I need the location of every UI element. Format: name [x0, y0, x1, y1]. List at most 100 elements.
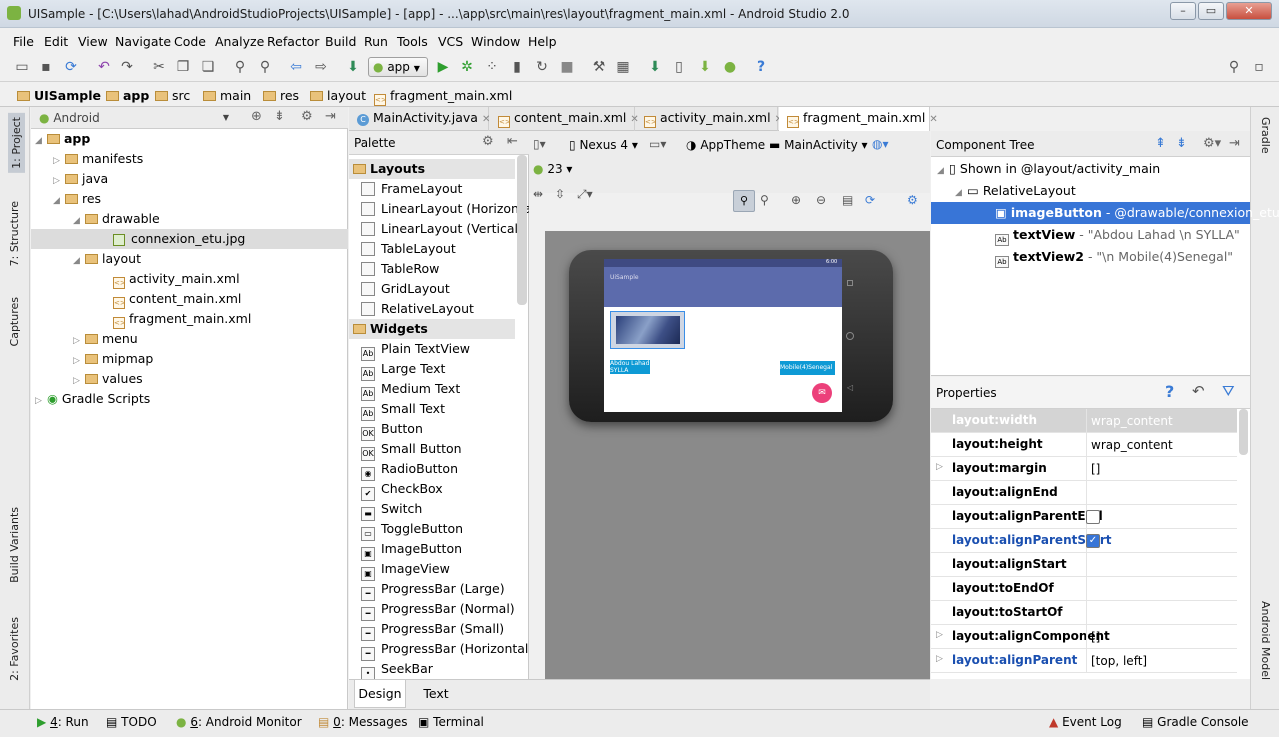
search-everywhere-icon[interactable]: ⚲ [1225, 58, 1243, 76]
palette-item[interactable]: RelativeLayout [349, 299, 515, 319]
palette-item[interactable]: ━ ProgressBar (Normal) [349, 599, 515, 621]
todo-tool-button[interactable]: ▤ TODO [106, 715, 157, 729]
hide-panel-icon[interactable]: ⇥ [1229, 136, 1240, 151]
tree-image-button[interactable]: ▣ imageButton - @drawable/connexion_etu [931, 202, 1279, 224]
tree-item-layout[interactable]: ◢ layout [73, 249, 141, 269]
tree-item-manifests[interactable]: ▷ manifests [53, 149, 143, 169]
tool-tab-project[interactable]: 1: Project [8, 113, 25, 173]
preview-icon[interactable]: ▤ [842, 193, 853, 207]
palette-item[interactable]: TableRow [349, 259, 515, 279]
palette-item[interactable]: ▣ ImageView [349, 559, 515, 581]
tree-item-content-main[interactable]: <> content_main.xml [113, 289, 241, 309]
expand-arrow-icon[interactable]: ▷ [936, 462, 943, 472]
gradle-console-tool-button[interactable]: ▤ Gradle Console [1142, 715, 1249, 729]
menu-code[interactable]: Code [174, 34, 206, 49]
tree-shown-in[interactable]: ◢ ▯ Shown in @layout/activity_main [937, 158, 1160, 180]
property-checkbox[interactable]: ✓ [1086, 534, 1100, 548]
property-row[interactable]: layout:alignEnd [931, 481, 1237, 505]
zoom-in-icon[interactable]: ⊕ [791, 193, 801, 207]
tool-tab-gradle[interactable]: Gradle [1259, 117, 1272, 154]
menu-window[interactable]: Window [471, 34, 520, 49]
text-view-1[interactable]: Abdou Lahad SYLLA [610, 360, 650, 374]
property-row[interactable]: layout:height wrap_content [931, 433, 1237, 457]
tree-text-view[interactable]: Ab textView - "Abdou Lahad \n SYLLA" [995, 224, 1240, 246]
zoom-fit-icon[interactable]: ⚲ [760, 193, 769, 207]
zoom-out-icon[interactable]: ⊖ [816, 193, 826, 207]
help-icon[interactable]: ? [752, 58, 770, 76]
tree-relative-layout[interactable]: ◢ ▭ RelativeLayout [955, 180, 1076, 202]
cut-icon[interactable]: ✂ [150, 58, 168, 76]
palette-item[interactable]: LinearLayout (Vertical) [349, 219, 523, 239]
resize-icon[interactable]: ⤢▾ [577, 187, 593, 202]
palette-item[interactable]: LinearLayout (Horizontal) [349, 199, 540, 219]
image-button[interactable] [610, 311, 685, 349]
forward-icon[interactable]: ⇨ [312, 58, 330, 76]
property-row[interactable]: ▷ layout:margin [] [931, 457, 1237, 481]
menu-refactor[interactable]: Refactor [267, 34, 319, 49]
expand-all-icon[interactable]: ⇞ [1155, 136, 1166, 151]
palette-item[interactable]: OK Button [349, 419, 515, 441]
debug-icon[interactable]: ✲ [458, 58, 476, 76]
run-tool-button[interactable]: ▶ 4: Run [37, 715, 89, 729]
palette-item[interactable]: • SeekBar [349, 659, 515, 681]
palette-item[interactable]: Ab Plain TextView [349, 339, 515, 361]
breadcrumb-item[interactable]: app [106, 88, 149, 103]
android-monitor-tool-button[interactable]: ● 6: Android Monitor [176, 715, 302, 729]
palette-item[interactable]: FrameLayout [349, 179, 515, 199]
undo-icon[interactable]: ↶ [95, 58, 113, 76]
property-row[interactable]: layout:toStartOf [931, 601, 1237, 625]
refresh-icon[interactable]: ⟳ [865, 193, 875, 207]
find-icon[interactable]: ⚲ [231, 58, 249, 76]
tree-item-app[interactable]: ◢ app [35, 129, 90, 149]
avd-manager-icon[interactable]: ▯ [670, 58, 688, 76]
breadcrumb-item[interactable]: res [263, 88, 299, 103]
palette-item[interactable]: ━ ProgressBar (Small) [349, 619, 515, 641]
palette-section-header[interactable]: Widgets [349, 319, 515, 339]
maximize-button[interactable]: ▭ [1198, 2, 1224, 20]
fit-width-icon[interactable]: ⇹ [533, 187, 543, 201]
menu-file[interactable]: File [13, 34, 34, 49]
hide-panel-icon[interactable]: ⇤ [507, 134, 518, 149]
palette-item[interactable]: Ab Small Text [349, 399, 515, 421]
property-row[interactable]: layout:alignParentEnd [931, 505, 1237, 529]
tool-tab-build-variants[interactable]: Build Variants [8, 507, 21, 583]
palette-item[interactable]: ▭ ToggleButton [349, 519, 515, 541]
tree-item-res[interactable]: ◢ res [53, 189, 101, 209]
locale-icon[interactable]: ◍▾ [872, 137, 889, 151]
orientation-icon[interactable]: ▭▾ [649, 137, 666, 151]
close-tab-icon[interactable]: ✕ [929, 114, 937, 125]
api-level-select[interactable]: ● 23 ▾ [533, 162, 572, 176]
user-icon[interactable]: ▫ [1250, 58, 1268, 76]
restore-default-icon[interactable]: ↶ [1192, 382, 1205, 400]
property-value[interactable] [1086, 481, 1237, 505]
tree-item-values[interactable]: ▷ values [73, 369, 143, 389]
terminal-tool-button[interactable]: ▣ Terminal [418, 715, 484, 729]
property-value[interactable] [1086, 553, 1237, 577]
tool-tab-favorites[interactable]: 2: Favorites [8, 617, 21, 681]
sdk-manager-icon[interactable]: ⬇ [696, 58, 714, 76]
palette-item[interactable]: ✔ CheckBox [349, 479, 515, 501]
property-row[interactable]: layout:alignParentStart ✓ [931, 529, 1237, 553]
expand-arrow-icon[interactable]: ▷ [936, 654, 943, 664]
filter-icon[interactable]: ⛛ [1222, 382, 1235, 400]
palette-item[interactable]: GridLayout [349, 279, 515, 299]
breadcrumb-item[interactable]: src [155, 88, 190, 103]
make-project-icon[interactable]: ⬇ [344, 58, 362, 76]
layout-variant-icon[interactable]: ▯▾ [533, 137, 546, 151]
open-folder-icon[interactable]: ▭ [13, 58, 31, 76]
redo-icon[interactable]: ↷ [118, 58, 136, 76]
tree-text-view-2[interactable]: Ab textView2 - "\n Mobile(4)Senegal" [995, 246, 1233, 268]
minimize-button[interactable]: – [1170, 2, 1196, 20]
copy-icon[interactable]: ❐ [174, 58, 192, 76]
palette-item[interactable]: Ab Medium Text [349, 379, 515, 401]
tree-item-mipmap[interactable]: ▷ mipmap [73, 349, 153, 369]
phone-screen[interactable]: 6:00 UiSample Abdou Lahad SYLLA Mobile(4… [604, 259, 842, 412]
property-row[interactable]: layout:toEndOf [931, 577, 1237, 601]
palette-item[interactable]: ◉ RadioButton [349, 459, 515, 481]
attach-debugger-icon[interactable]: ⁘ [483, 58, 501, 76]
tool-tab-captures[interactable]: Captures [8, 297, 21, 346]
properties-scrollbar[interactable] [1239, 409, 1248, 455]
property-value[interactable] [1086, 577, 1237, 601]
sync-gradle-icon[interactable]: ⬇ [646, 58, 664, 76]
stop-icon[interactable]: ■ [558, 58, 576, 76]
